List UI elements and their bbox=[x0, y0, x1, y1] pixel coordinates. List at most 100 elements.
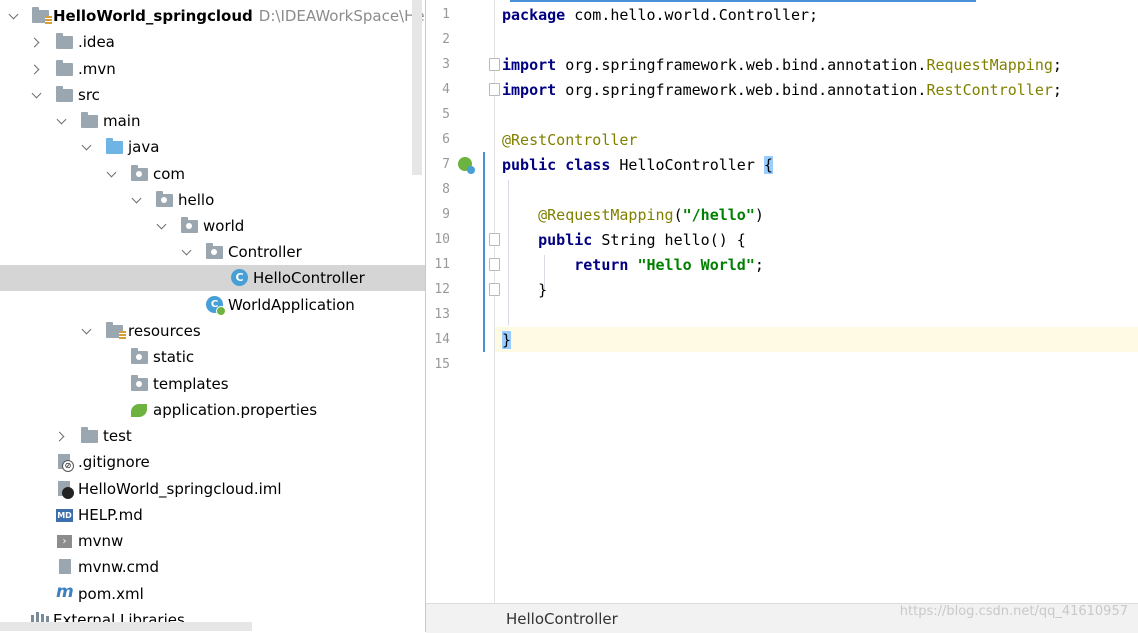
line-number: 15 bbox=[434, 357, 450, 372]
fold-icon[interactable] bbox=[489, 233, 500, 246]
matched-brace: } bbox=[502, 331, 512, 349]
folder-icon bbox=[56, 86, 73, 102]
line-number: 9 bbox=[442, 207, 450, 222]
line-number: 5 bbox=[442, 107, 450, 122]
tree-item-iml[interactable]: HelloWorld_springcloud.iml bbox=[0, 476, 425, 502]
tree-item-hellocontroller[interactable]: C HelloController bbox=[0, 265, 425, 291]
tree-item-label: hello bbox=[178, 191, 215, 209]
tree-item-templates[interactable]: templates bbox=[0, 371, 425, 397]
spring-boot-class-icon: C bbox=[206, 296, 226, 316]
tree-item-mvnw[interactable]: › mvnw bbox=[0, 528, 425, 554]
tree-item-idea[interactable]: .idea bbox=[0, 29, 425, 55]
shell-script-icon: › bbox=[57, 535, 72, 548]
line-number: 14 bbox=[434, 332, 450, 347]
folder-icon bbox=[81, 427, 98, 443]
chevron-down-icon[interactable] bbox=[81, 326, 93, 336]
tree-item-mvn[interactable]: .mvn bbox=[0, 56, 425, 82]
tree-item-label: HelloController bbox=[253, 269, 365, 287]
tree-item-label: templates bbox=[153, 375, 229, 393]
vertical-scrollbar[interactable] bbox=[412, 0, 422, 175]
resources-folder-icon bbox=[106, 322, 126, 340]
folder-icon bbox=[56, 60, 73, 76]
tree-item-root[interactable]: HelloWorld_springcloud D:\IDEAWorkSpace\H… bbox=[0, 3, 425, 29]
tree-item-worldapplication[interactable]: C WorldApplication bbox=[0, 292, 425, 318]
chevron-down-icon[interactable] bbox=[181, 247, 193, 257]
chevron-right-icon[interactable] bbox=[55, 431, 67, 441]
tree-item-label: pom.xml bbox=[78, 585, 144, 603]
tree-item-help-md[interactable]: MD HELP.md bbox=[0, 502, 425, 528]
editor-gutter[interactable]: 1 2 3 4 5 6 7 8 9 10 11 12 13 14 15 bbox=[426, 0, 500, 603]
line-number: 6 bbox=[442, 132, 450, 147]
ignore-file-icon: ⊘ bbox=[58, 454, 74, 472]
fold-icon[interactable] bbox=[489, 83, 500, 96]
tree-item-src[interactable]: src bbox=[0, 82, 425, 108]
code-editor[interactable]: 1 2 3 4 5 6 7 8 9 10 11 12 13 14 15 pack… bbox=[426, 0, 1138, 633]
tree-item-world[interactable]: world bbox=[0, 213, 425, 239]
tree-item-java[interactable]: java bbox=[0, 134, 425, 160]
matched-brace: { bbox=[763, 156, 773, 174]
chevron-down-icon[interactable] bbox=[106, 169, 118, 179]
code-line-6: @RestController bbox=[502, 130, 637, 150]
code-line-7: public class HelloController { bbox=[502, 155, 773, 175]
line-number: 1 bbox=[442, 7, 450, 22]
tab-underline bbox=[510, 0, 976, 2]
string-literal: "/hello" bbox=[682, 206, 755, 224]
keyword: public bbox=[538, 231, 593, 249]
fold-icon[interactable] bbox=[489, 58, 500, 71]
tree-item-pom-xml[interactable]: m pom.xml bbox=[0, 581, 425, 607]
tree-item-gitignore[interactable]: ⊘ .gitignore bbox=[0, 449, 425, 475]
code-text: ; bbox=[1052, 81, 1062, 99]
tree-item-com[interactable]: com bbox=[0, 161, 425, 187]
code-text: } bbox=[538, 281, 548, 299]
tree-item-mvnw-cmd[interactable]: mvnw.cmd bbox=[0, 554, 425, 580]
code-text: ( bbox=[673, 206, 683, 224]
line-number: 7 bbox=[442, 157, 450, 172]
chevron-down-icon[interactable] bbox=[56, 116, 68, 126]
code-text: ) bbox=[754, 206, 764, 224]
spring-bean-gutter-icon[interactable] bbox=[458, 157, 475, 174]
chevron-down-icon[interactable] bbox=[131, 195, 143, 205]
chevron-right-icon[interactable] bbox=[30, 64, 42, 74]
code-line-9: @RequestMapping("/hello") bbox=[502, 205, 764, 225]
watermark: https://blog.csdn.net/qq_41610957 bbox=[899, 604, 1128, 619]
tree-item-test[interactable]: test bbox=[0, 423, 425, 449]
tree-item-label: main bbox=[103, 112, 141, 130]
code-line-3: import org.springframework.web.bind.anno… bbox=[502, 55, 1062, 75]
fold-icon[interactable] bbox=[489, 283, 500, 296]
tree-item-label: mvnw bbox=[78, 532, 124, 550]
tree-item-resources[interactable]: resources bbox=[0, 318, 425, 344]
package-icon bbox=[181, 217, 198, 233]
class-reference: RequestMapping bbox=[926, 56, 1053, 74]
current-line-highlight bbox=[495, 327, 1138, 352]
tree-item-label: .mvn bbox=[78, 60, 116, 78]
line-number: 13 bbox=[434, 307, 450, 322]
tree-item-static[interactable]: static bbox=[0, 344, 425, 370]
tree-item-main[interactable]: main bbox=[0, 108, 425, 134]
chevron-right-icon[interactable] bbox=[30, 37, 42, 47]
keyword: import bbox=[502, 81, 557, 99]
horizontal-scrollbar[interactable] bbox=[0, 622, 252, 631]
tree-item-label: resources bbox=[128, 322, 201, 340]
line-number: 10 bbox=[434, 232, 450, 247]
tree-item-application-properties[interactable]: application.properties bbox=[0, 397, 425, 423]
chevron-down-icon[interactable] bbox=[31, 90, 43, 100]
fold-icon[interactable] bbox=[489, 258, 500, 271]
project-folder-icon bbox=[32, 7, 52, 25]
breadcrumb-item[interactable]: HelloController bbox=[506, 610, 618, 628]
line-number: 8 bbox=[442, 182, 450, 197]
tree-item-label: .idea bbox=[78, 33, 115, 51]
tree-item-label: src bbox=[78, 86, 100, 104]
project-tree-panel: HelloWorld_springcloud D:\IDEAWorkSpace\H… bbox=[0, 0, 425, 632]
text-file-icon bbox=[59, 559, 71, 574]
chevron-down-icon[interactable] bbox=[81, 142, 93, 152]
line-number: 2 bbox=[442, 32, 450, 47]
annotation: @RestController bbox=[502, 131, 638, 149]
annotation: @RequestMapping bbox=[538, 206, 674, 224]
project-name: HelloWorld_springcloud bbox=[53, 7, 253, 25]
chevron-down-icon[interactable] bbox=[156, 221, 168, 231]
tree-item-hello[interactable]: hello bbox=[0, 187, 425, 213]
folder-icon bbox=[131, 375, 148, 391]
package-icon bbox=[131, 165, 148, 181]
chevron-down-icon[interactable] bbox=[8, 11, 20, 21]
tree-item-controller[interactable]: Controller bbox=[0, 239, 425, 265]
